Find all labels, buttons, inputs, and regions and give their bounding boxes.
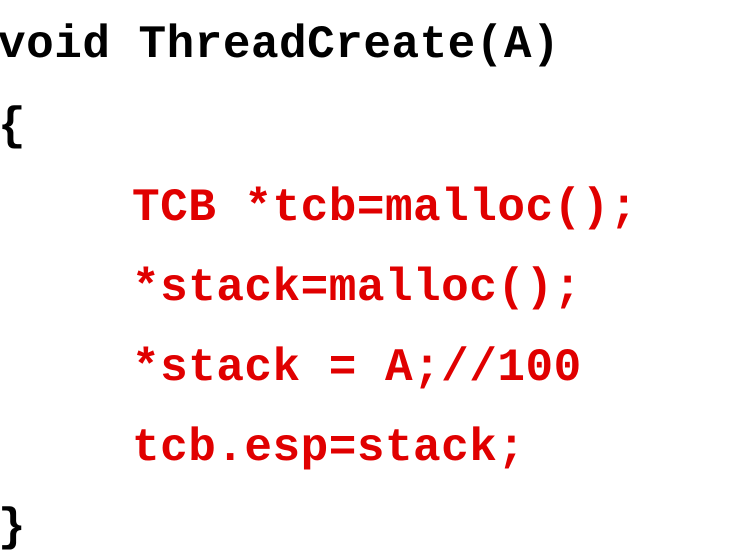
function-signature: void ThreadCreate(A) bbox=[0, 19, 561, 71]
close-brace: } bbox=[0, 502, 27, 554]
code-line-stack-assign: *stack = A;//100 bbox=[132, 342, 582, 394]
code-line-stack-malloc: *stack=malloc(); bbox=[132, 262, 582, 314]
open-brace: { bbox=[0, 101, 27, 153]
code-line-tcb-esp: tcb.esp=stack; bbox=[132, 422, 526, 474]
code-slide: void ThreadCreate(A) { TCB *tcb=malloc()… bbox=[0, 0, 743, 554]
code-line-tcb-malloc: TCB *tcb=malloc(); bbox=[132, 182, 638, 234]
